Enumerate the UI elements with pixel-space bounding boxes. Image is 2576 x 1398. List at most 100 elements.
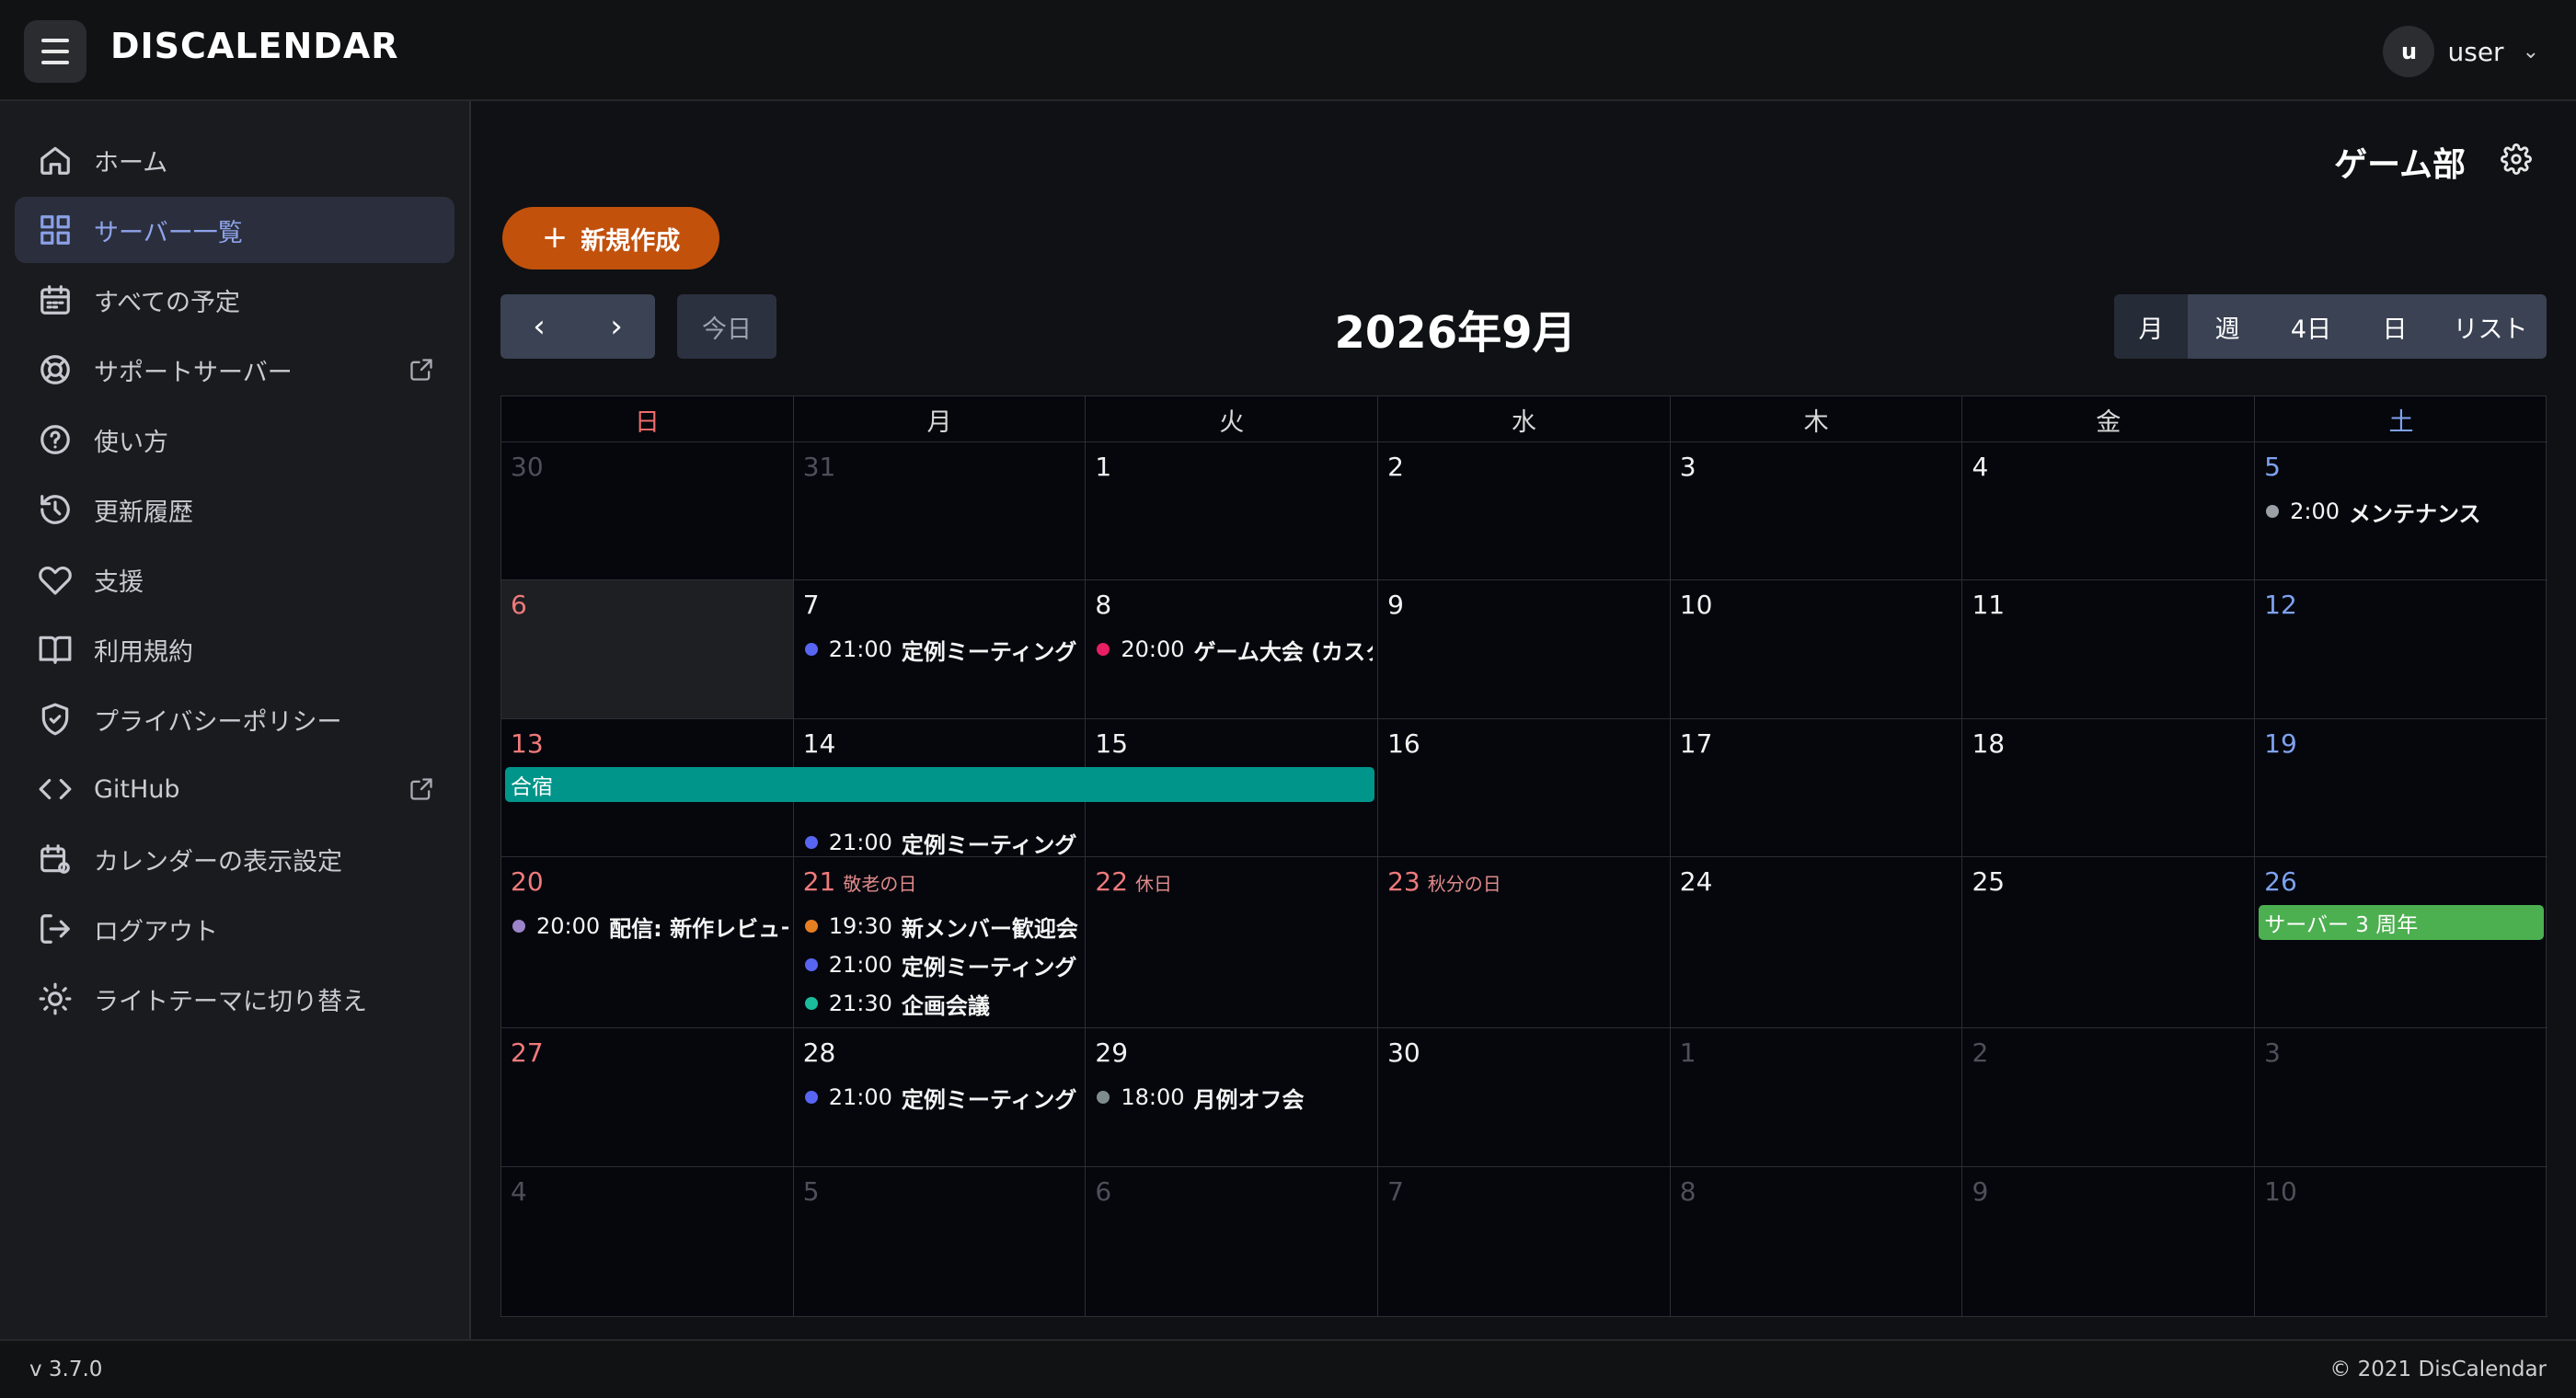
day-cell[interactable]: 5 2:00 メンテナンス bbox=[2255, 442, 2547, 579]
sidebar-item-9[interactable]: GitHub bbox=[15, 756, 454, 822]
day-cell[interactable]: 22 休日 bbox=[1086, 857, 1379, 1027]
calendar-event[interactable]: 21:30 企画会議 bbox=[804, 988, 1081, 1019]
day-number-text: 6 bbox=[1095, 1176, 1112, 1207]
day-cell[interactable]: 7 21:00 定例ミーティング bbox=[794, 580, 1087, 718]
multi-day-event[interactable]: 合宿 bbox=[505, 767, 1375, 802]
multi-day-event[interactable]: サーバー 3 周年 bbox=[2259, 905, 2544, 940]
day-cell[interactable]: 5 bbox=[794, 1167, 1087, 1316]
prev-month-button[interactable]: ‹ bbox=[500, 294, 578, 359]
sidebar-item-4[interactable]: 使い方 bbox=[15, 407, 454, 473]
day-number-text: 1 bbox=[1679, 1037, 1696, 1068]
sidebar-item-10[interactable]: カレンダーの表示設定 bbox=[15, 826, 454, 892]
day-cell[interactable]: 27 bbox=[501, 1028, 794, 1166]
day-number: 2 bbox=[1972, 1037, 1988, 1068]
hamburger-menu-icon[interactable] bbox=[24, 20, 86, 83]
brand-logo[interactable]: DISCALENDAR bbox=[110, 26, 399, 66]
calendar-event[interactable]: 21:00 定例ミーティング bbox=[804, 1082, 1081, 1113]
sidebar-item-6[interactable]: 支援 bbox=[15, 546, 454, 613]
calendar-event[interactable]: 21:00 定例ミーティング bbox=[804, 949, 1081, 980]
sidebar-item-3[interactable]: サポートサーバー bbox=[15, 337, 454, 403]
event-title: ゲーム大会 (カスタム bbox=[1193, 638, 1374, 665]
day-cell[interactable]: 2 bbox=[1962, 1028, 2256, 1166]
sidebar-item-5[interactable]: 更新履歴 bbox=[15, 476, 454, 543]
view-tab-1[interactable]: 週 bbox=[2188, 294, 2267, 359]
day-number-text: 3 bbox=[1679, 452, 1696, 482]
day-number: 8 bbox=[1680, 1176, 1696, 1207]
day-cell[interactable]: 9 bbox=[1378, 580, 1671, 718]
day-cell[interactable]: 1 bbox=[1086, 442, 1379, 579]
day-cell[interactable]: 26 bbox=[2255, 857, 2547, 1027]
day-number-text: 30 bbox=[1387, 1037, 1420, 1068]
day-cell[interactable]: 31 bbox=[794, 442, 1087, 579]
day-cell[interactable]: 6 bbox=[501, 580, 794, 718]
gear-icon[interactable] bbox=[2501, 143, 2532, 175]
new-event-button[interactable]: + 新規作成 bbox=[502, 207, 719, 269]
day-cell[interactable]: 29 18:00 月例オフ会 bbox=[1086, 1028, 1379, 1166]
day-cell[interactable]: 21 敬老の日 19:30 新メンバー歓迎会 21:00 定例ミーティング 21:… bbox=[794, 857, 1087, 1027]
sidebar-item-8[interactable]: プライバシーポリシー bbox=[15, 686, 454, 752]
day-cell[interactable]: 10 bbox=[2255, 1167, 2547, 1316]
day-cell[interactable]: 25 bbox=[1962, 857, 2256, 1027]
day-cell[interactable]: 30 bbox=[501, 442, 794, 579]
day-number: 31 bbox=[803, 452, 836, 482]
calendar-event[interactable]: 21:00 定例ミーティング bbox=[804, 634, 1081, 665]
day-cell[interactable]: 8 bbox=[1671, 1167, 1963, 1316]
day-number-text: 25 bbox=[1972, 866, 2006, 897]
day-cell[interactable]: 19 bbox=[2255, 719, 2547, 856]
day-cell[interactable]: 24 bbox=[1671, 857, 1963, 1027]
calendar-event[interactable]: 21:00 定例ミーティング bbox=[804, 827, 1081, 858]
day-cell[interactable]: 28 21:00 定例ミーティング bbox=[794, 1028, 1087, 1166]
sidebar-item-label: ホーム bbox=[94, 148, 168, 178]
day-number-text: 10 bbox=[2264, 1176, 2297, 1207]
day-cell[interactable]: 17 bbox=[1671, 719, 1963, 856]
day-cell[interactable]: 18 bbox=[1962, 719, 2256, 856]
calendar-event[interactable]: 20:00 配信: 新作レビュー bbox=[512, 911, 788, 942]
day-number: 11 bbox=[1972, 590, 2005, 620]
sidebar-item-1[interactable]: サーバー一覧 bbox=[15, 197, 454, 263]
day-cell[interactable]: 1 bbox=[1671, 1028, 1963, 1166]
day-number: 24 bbox=[1680, 866, 1713, 897]
sidebar-item-label: ライトテーマに切り替え bbox=[94, 987, 367, 1016]
day-cell[interactable]: 30 bbox=[1378, 1028, 1671, 1166]
day-number-text: 30 bbox=[511, 452, 544, 482]
day-cell[interactable]: 2 bbox=[1378, 442, 1671, 579]
next-month-button[interactable]: › bbox=[578, 294, 655, 359]
sidebar-item-12[interactable]: ライトテーマに切り替え bbox=[15, 966, 454, 1032]
user-menu[interactable]: u user ⌄ bbox=[2383, 26, 2539, 77]
calendar-event[interactable]: 19:30 新メンバー歓迎会 bbox=[804, 911, 1081, 942]
today-button[interactable]: 今日 bbox=[677, 294, 776, 359]
day-cell[interactable]: 16 bbox=[1378, 719, 1671, 856]
day-cell[interactable]: 4 bbox=[501, 1167, 794, 1316]
day-cell[interactable]: 12 bbox=[2255, 580, 2547, 718]
day-cell[interactable]: 6 bbox=[1086, 1167, 1379, 1316]
calendar-event[interactable]: 18:00 月例オフ会 bbox=[1097, 1082, 1373, 1113]
event-color-dot bbox=[804, 1091, 818, 1104]
day-cell[interactable]: 9 bbox=[1962, 1167, 2256, 1316]
day-cell[interactable]: 23 秋分の日 bbox=[1378, 857, 1671, 1027]
day-number-text: 11 bbox=[1972, 590, 2006, 620]
day-cell[interactable]: 7 bbox=[1378, 1167, 1671, 1316]
sidebar-item-2[interactable]: すべての予定 bbox=[15, 267, 454, 333]
event-time: 19:30 bbox=[828, 913, 892, 939]
view-tab-2[interactable]: 4日 bbox=[2267, 294, 2355, 359]
calendar-event[interactable]: 20:00 ゲーム大会 (カスタム bbox=[1097, 634, 1373, 665]
user-name: user bbox=[2447, 36, 2504, 67]
event-time: 20:00 bbox=[536, 913, 601, 939]
day-cell[interactable]: 3 bbox=[2255, 1028, 2547, 1166]
view-tab-4[interactable]: リスト bbox=[2434, 294, 2547, 359]
weekday-0: 日 bbox=[501, 396, 794, 442]
view-tab-0[interactable]: 月 bbox=[2114, 294, 2188, 359]
view-tab-3[interactable]: 日 bbox=[2355, 294, 2434, 359]
day-cell[interactable]: 11 bbox=[1962, 580, 2256, 718]
day-cell[interactable]: 3 bbox=[1671, 442, 1963, 579]
day-cell[interactable]: 8 20:00 ゲーム大会 (カスタム bbox=[1086, 580, 1379, 718]
day-cell[interactable]: 10 bbox=[1671, 580, 1963, 718]
day-cell[interactable]: 20 20:00 配信: 新作レビュー bbox=[501, 857, 794, 1027]
copyright-label: © 2021 DisCalendar bbox=[2329, 1358, 2547, 1381]
day-number-text: 13 bbox=[511, 728, 544, 759]
sidebar-item-0[interactable]: ホーム bbox=[15, 127, 454, 193]
sidebar-item-7[interactable]: 利用規約 bbox=[15, 616, 454, 682]
sidebar-item-11[interactable]: ログアウト bbox=[15, 896, 454, 962]
calendar-event[interactable]: 2:00 メンテナンス bbox=[2266, 496, 2542, 527]
day-cell[interactable]: 4 bbox=[1962, 442, 2256, 579]
